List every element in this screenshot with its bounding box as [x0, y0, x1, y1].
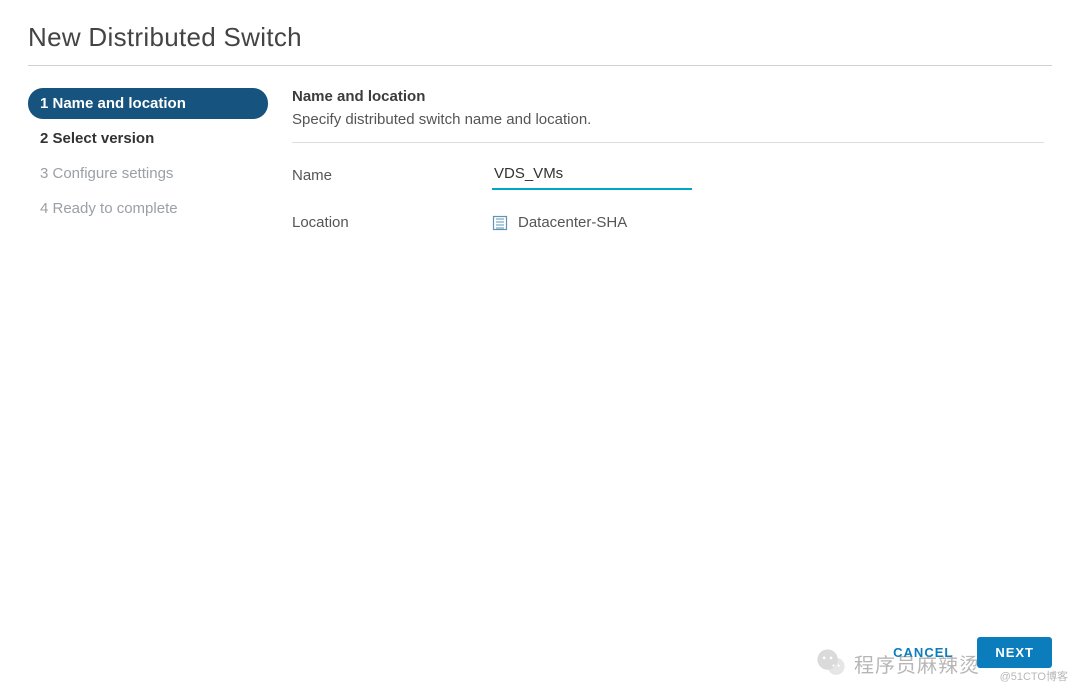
step-ready-to-complete: 4 Ready to complete [28, 193, 268, 224]
watermark-text: 程序员麻辣烫 [854, 649, 980, 678]
datacenter-icon [492, 215, 508, 231]
name-input-wrap [492, 161, 692, 190]
section-heading: Name and location [292, 88, 1044, 105]
location-value-cell: Datacenter-SHA [492, 214, 627, 231]
step-name-and-location[interactable]: 1 Name and location [28, 88, 268, 119]
section-subheading: Specify distributed switch name and loca… [292, 111, 1044, 128]
wizard-main-panel: Name and location Specify distributed sw… [268, 88, 1052, 255]
next-button[interactable]: NEXT [977, 637, 1052, 668]
location-row: Location Datacenter-SHA [292, 214, 1044, 231]
dialog-body: 1 Name and location 2 Select version 3 C… [28, 88, 1052, 255]
location-label: Location [292, 214, 492, 231]
wechat-icon [814, 646, 848, 680]
title-divider [28, 65, 1052, 66]
step-select-version[interactable]: 2 Select version [28, 123, 268, 154]
dialog-title: New Distributed Switch [28, 22, 1052, 53]
name-row: Name [292, 161, 1044, 190]
watermark-badge: 程序员麻辣烫 [814, 646, 980, 680]
name-label: Name [292, 167, 492, 184]
step-configure-settings: 3 Configure settings [28, 158, 268, 189]
name-input[interactable] [492, 161, 692, 190]
watermark-source: @51CTO博客 [1000, 668, 1068, 684]
wizard-steps: 1 Name and location 2 Select version 3 C… [28, 88, 268, 255]
location-value: Datacenter-SHA [518, 214, 627, 231]
new-distributed-switch-dialog: New Distributed Switch 1 Name and locati… [0, 0, 1080, 688]
section-divider [292, 142, 1044, 143]
